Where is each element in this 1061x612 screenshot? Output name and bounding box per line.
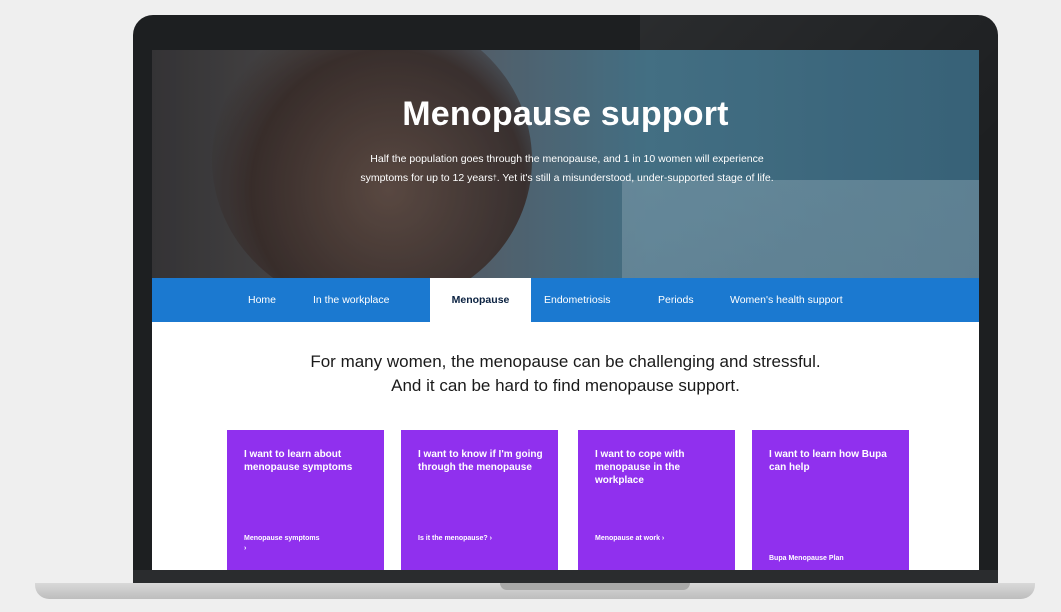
card-link-label: Menopause symptoms: [244, 535, 320, 542]
nav-item-in-the-workplace[interactable]: In the workplace: [313, 278, 389, 322]
card-link-label: Is it the menopause?: [418, 535, 488, 542]
laptop-screen: Menopause support Half the population go…: [152, 50, 979, 570]
section-nav: Home In the workplace Menopause Endometr…: [152, 278, 979, 322]
card-link-menopause-symptoms[interactable]: Menopause symptoms ›: [244, 534, 319, 554]
card-is-it-menopause[interactable]: I want to know if I'm going through the …: [401, 430, 558, 570]
intro-headline-line2: And it can be hard to find menopause sup…: [391, 376, 740, 395]
hero-subtitle: Half the population goes through the men…: [282, 150, 852, 188]
laptop-bottom-bezel: [133, 570, 998, 583]
nav-item-endometriosis[interactable]: Endometriosis: [544, 278, 611, 322]
hero-subtitle-line2b: . Yet it's still a misunderstood, under-…: [496, 172, 774, 184]
card-title: I want to cope with menopause in the wor…: [595, 449, 685, 486]
laptop-hinge-notch: [500, 583, 690, 590]
intro-headline: For many women, the menopause can be cha…: [152, 350, 979, 398]
card-link-bupa-menopause-plan[interactable]: Bupa Menopause Plan: [769, 554, 844, 564]
card-title: I want to learn how Bupa can help: [769, 449, 887, 473]
hero-title: Menopause support: [402, 95, 729, 133]
nav-item-womens-health-support[interactable]: Women's health support: [730, 278, 843, 322]
card-link-menopause-at-work[interactable]: Menopause at work ›: [595, 534, 664, 544]
card-bupa-help[interactable]: I want to learn how Bupa can help Bupa M…: [752, 430, 909, 570]
laptop-base: [35, 583, 1035, 599]
card-menopause-symptoms[interactable]: I want to learn about menopause symptoms…: [227, 430, 384, 570]
hero-subtitle-line1: Half the population goes through the men…: [370, 153, 764, 165]
nav-item-home[interactable]: Home: [248, 278, 276, 322]
chevron-right-icon: ›: [244, 545, 247, 552]
card-title: I want to learn about menopause symptoms: [244, 449, 353, 473]
intro-headline-line1: For many women, the menopause can be cha…: [310, 352, 821, 371]
hero-subtitle-line2a: symptoms for up to 12 years: [360, 172, 493, 184]
card-link-label: Menopause at work: [595, 535, 660, 542]
nav-item-periods[interactable]: Periods: [658, 278, 694, 322]
card-title: I want to know if I'm going through the …: [418, 449, 543, 473]
chevron-right-icon: ›: [489, 535, 492, 542]
chevron-right-icon: ›: [661, 535, 665, 542]
card-link-is-it-the-menopause[interactable]: Is it the menopause? ›: [418, 534, 492, 544]
card-menopause-at-work[interactable]: I want to cope with menopause in the wor…: [578, 430, 735, 570]
hero-banner: Menopause support Half the population go…: [152, 50, 979, 278]
nav-item-menopause[interactable]: Menopause: [430, 278, 531, 322]
card-link-label: Bupa Menopause Plan: [769, 555, 844, 562]
